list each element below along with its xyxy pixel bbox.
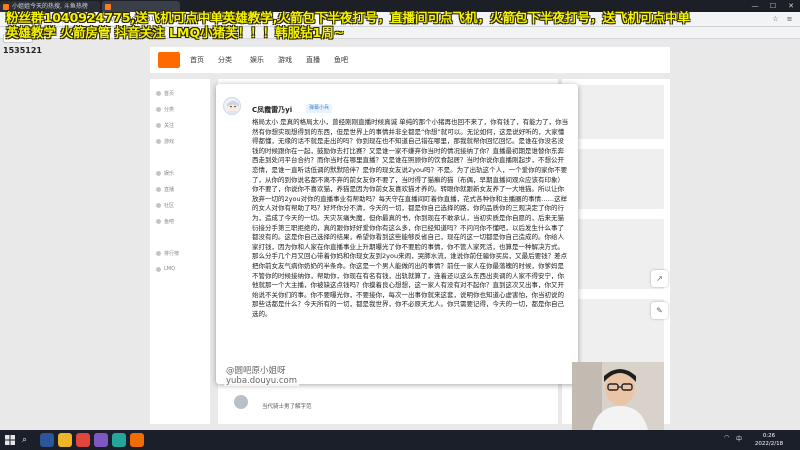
minimize-button[interactable]: — [746, 0, 764, 12]
sidebar-label: 关注 [164, 122, 175, 129]
nav-item[interactable]: 鱼吧 [334, 55, 348, 65]
sidebar-label: 直播 [164, 186, 175, 193]
stream-banner: 粉丝群1040924775,送飞机可点中单英雄教学,火箭包下半夜打号，直播间可点… [6, 10, 690, 40]
windows-start-icon[interactable] [5, 435, 15, 445]
sidebar-item[interactable]: 鱼吧 [156, 217, 174, 225]
profile-card [568, 85, 664, 139]
sidebar-dot-icon [156, 202, 161, 208]
nav-item[interactable]: 游戏 [278, 55, 292, 65]
sidebar-label: 社区 [164, 202, 175, 209]
sidebar-item[interactable]: 社区 [156, 201, 174, 209]
sidebar-item[interactable]: 分类 [156, 105, 174, 113]
post-card: C凤霞雷乃yi 弹幕小兵 格局太小 是真的格局太小，曾经刚刚直播时候真诚 单纯的… [216, 84, 578, 384]
edit-icon[interactable]: ✎ [651, 302, 668, 319]
site-header: 首页 分类 娱乐 游戏 直播 鱼吧 [150, 47, 670, 73]
watermark-line: @圆吧原小姐呀 [226, 366, 286, 376]
close-window-button[interactable]: ✕ [782, 0, 800, 12]
sidebar-dot-icon [156, 250, 161, 256]
sidebar-dot-icon [156, 106, 161, 112]
recommend-card [568, 219, 664, 289]
input-language[interactable]: 中 [736, 434, 742, 443]
search-icon[interactable]: ⌕ [22, 434, 34, 446]
post-body: 格局太小 是真的格局太小，曾经刚刚直播时候真诚 单纯的那个小猪再也回不来了，你有… [252, 118, 569, 318]
sidebar-label: 游戏 [164, 138, 175, 145]
sidebar-label: 娱乐 [164, 170, 175, 177]
sidebar-label: 鱼吧 [164, 218, 175, 225]
streamer-webcam [572, 362, 664, 430]
commenter-avatar[interactable] [234, 395, 248, 409]
nav-item[interactable]: 首页 [190, 55, 204, 65]
app-taskbar-icon[interactable] [76, 433, 90, 447]
sidebar-label: 分类 [164, 106, 175, 113]
sidebar-dot-icon [156, 138, 161, 144]
nav-item[interactable]: 直播 [306, 55, 320, 65]
browser-taskbar-icon[interactable] [58, 433, 72, 447]
sidebar-dot-icon [156, 90, 161, 96]
system-clock[interactable]: 0:26 2022/2/18 [752, 432, 786, 448]
sidebar-dot-icon [156, 186, 161, 192]
nav-item[interactable]: 分类 [218, 55, 232, 65]
app-taskbar-icon[interactable] [130, 433, 144, 447]
yuba-watermark: @圆吧原小姐呀 yuba.douyu.com [224, 366, 299, 386]
sidebar-dot-icon [156, 266, 161, 272]
streamer-portrait [572, 362, 664, 430]
share-icon[interactable]: ↗ [651, 270, 668, 287]
sidebar-dot-icon [156, 170, 161, 176]
author-avatar[interactable] [223, 97, 241, 115]
author-name[interactable]: C凤霞雷乃yi [252, 105, 292, 115]
app-taskbar-icon[interactable] [94, 433, 108, 447]
clock-time: 0:26 [762, 433, 776, 439]
sidebar-item[interactable]: 直播 [156, 185, 174, 193]
sidebar-item[interactable]: 游戏 [156, 137, 174, 145]
group-card [568, 149, 664, 209]
sidebar-item[interactable]: 首页 [156, 89, 174, 97]
left-sidebar: 首页 分类 关注 游戏 娱乐 直播 社区 鱼吧 排行榜 LMQ [150, 79, 210, 424]
nav-item[interactable]: 娱乐 [250, 55, 264, 65]
menu-icon[interactable]: ≡ [784, 14, 795, 25]
sidebar-item[interactable]: LMQ [156, 265, 175, 273]
comment-input[interactable]: 当代骑士男了解字范 [262, 402, 312, 410]
sidebar-item[interactable]: 娱乐 [156, 169, 174, 177]
wifi-icon[interactable]: ◠ [724, 434, 729, 441]
star-icon[interactable]: ☆ [770, 14, 781, 25]
fan-badge: 弹幕小兵 [306, 104, 333, 113]
sidebar-dot-icon [156, 218, 161, 224]
site-logo[interactable] [158, 52, 180, 68]
sidebar-item[interactable]: 排行榜 [156, 249, 179, 257]
file-explorer-icon[interactable] [40, 433, 54, 447]
browser-tab-title: 小姐姐今天的热搜, 斗鱼热榜 [12, 3, 88, 10]
sidebar-label: LMQ [164, 266, 176, 272]
windows-taskbar: ⌕ ◠ 中 0:26 2022/2/18 [0, 430, 800, 450]
viewer-count: 1535121 [3, 46, 42, 55]
clock-date: 2022/2/18 [754, 441, 784, 447]
sidebar-label: 首页 [164, 90, 175, 97]
comment-row: 当代骑士男了解字范 [226, 392, 566, 416]
maximize-button[interactable]: ☐ [764, 0, 782, 12]
sidebar-dot-icon [156, 122, 161, 128]
sidebar-item[interactable]: 关注 [156, 121, 174, 129]
sidebar-label: 排行榜 [164, 250, 180, 257]
watermark-line: yuba.douyu.com [226, 376, 297, 386]
avatar-face-icon [227, 101, 239, 114]
app-taskbar-icon[interactable] [112, 433, 126, 447]
